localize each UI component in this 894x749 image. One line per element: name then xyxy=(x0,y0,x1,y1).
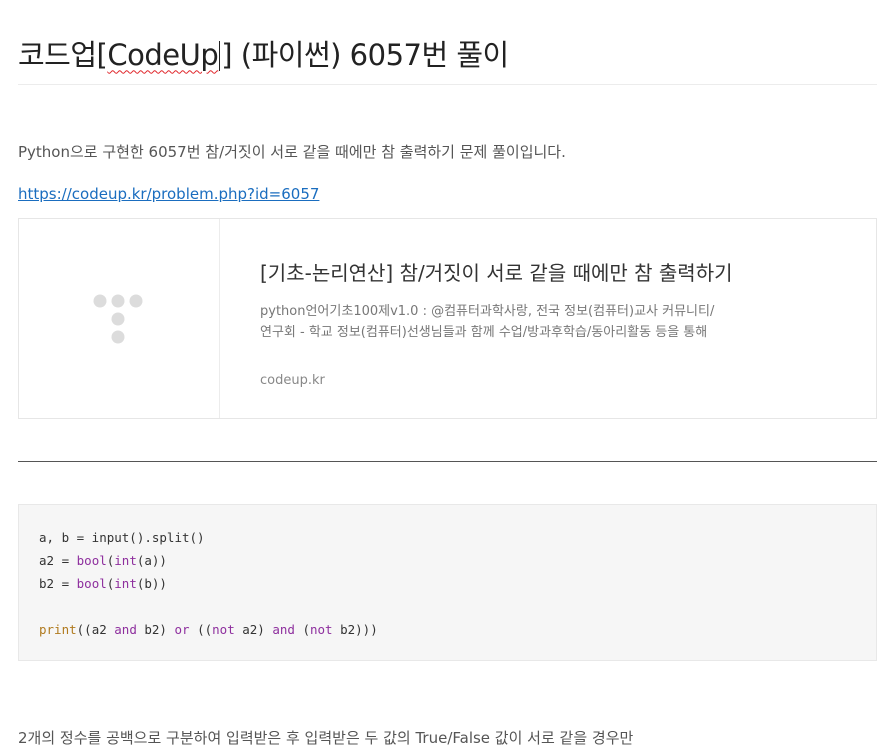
code-keyword: not xyxy=(310,622,333,637)
code-block: a, b = input().split() a2 = bool(int(a)) b… xyxy=(18,504,877,661)
section-divider xyxy=(18,461,877,462)
code-builtin: bool xyxy=(76,576,107,591)
code-text: a2 = xyxy=(39,553,77,568)
code-text: a, b = input().split() xyxy=(39,530,205,545)
code-builtin: bool xyxy=(76,553,107,568)
code-text: (b)) xyxy=(136,576,167,591)
code-keyword: or xyxy=(174,622,190,637)
code-line-1: a, b = input().split() xyxy=(39,526,378,549)
page-title: 코드업[CodeUp] (파이썬) 6057번 풀이 xyxy=(18,35,509,75)
link-preview-card[interactable]: [기초-논리연산] 참/거짓이 서로 같을 때에만 참 출력하기 python언… xyxy=(18,218,877,419)
code-text: ( xyxy=(294,622,310,637)
code-text: b2) xyxy=(136,622,175,637)
link-preview-host: codeup.kr xyxy=(260,373,325,388)
code-content: a, b = input().split() a2 = bool(int(a)) b… xyxy=(39,526,378,641)
title-prefix: 코드업[ xyxy=(18,38,108,73)
code-keyword: and xyxy=(114,622,137,637)
code-text: a2) xyxy=(234,622,273,637)
code-builtin: int xyxy=(114,576,137,591)
code-keyword: not xyxy=(212,622,235,637)
code-keyword: and xyxy=(272,622,295,637)
title-brand-misspelled: CodeUp xyxy=(107,38,219,73)
intro-paragraph: Python으로 구현한 6057번 참/거짓이 서로 같을 때에만 참 출력하… xyxy=(18,143,566,161)
link-preview-description: python언어기초100제v1.0 : @컴퓨터과학사랑, 전국 정보(컴퓨터… xyxy=(260,304,715,340)
title-divider xyxy=(18,84,877,85)
link-preview-thumbnail xyxy=(19,219,220,418)
code-builtin: print xyxy=(39,622,77,637)
problem-link[interactable]: https://codeup.kr/problem.php?id=6057 xyxy=(18,183,319,205)
code-text: ((a2 xyxy=(76,622,115,637)
code-text: (( xyxy=(189,622,213,637)
link-preview-title: [기초-논리연산] 참/거짓이 서로 같을 때에만 참 출력하기 xyxy=(260,261,733,285)
code-text: b2))) xyxy=(332,622,378,637)
code-text: (a)) xyxy=(136,553,167,568)
code-text: b2 = xyxy=(39,576,77,591)
code-line-3: b2 = bool(int(b)) xyxy=(39,572,378,595)
code-line-5: print((a2 and b2) or ((not a2) and (not … xyxy=(39,618,378,641)
title-suffix: ] (파이썬) 6057번 풀이 xyxy=(221,38,509,73)
code-line-2: a2 = bool(int(a)) xyxy=(39,549,378,572)
placeholder-logo-icon xyxy=(93,294,143,344)
code-builtin: int xyxy=(114,553,137,568)
